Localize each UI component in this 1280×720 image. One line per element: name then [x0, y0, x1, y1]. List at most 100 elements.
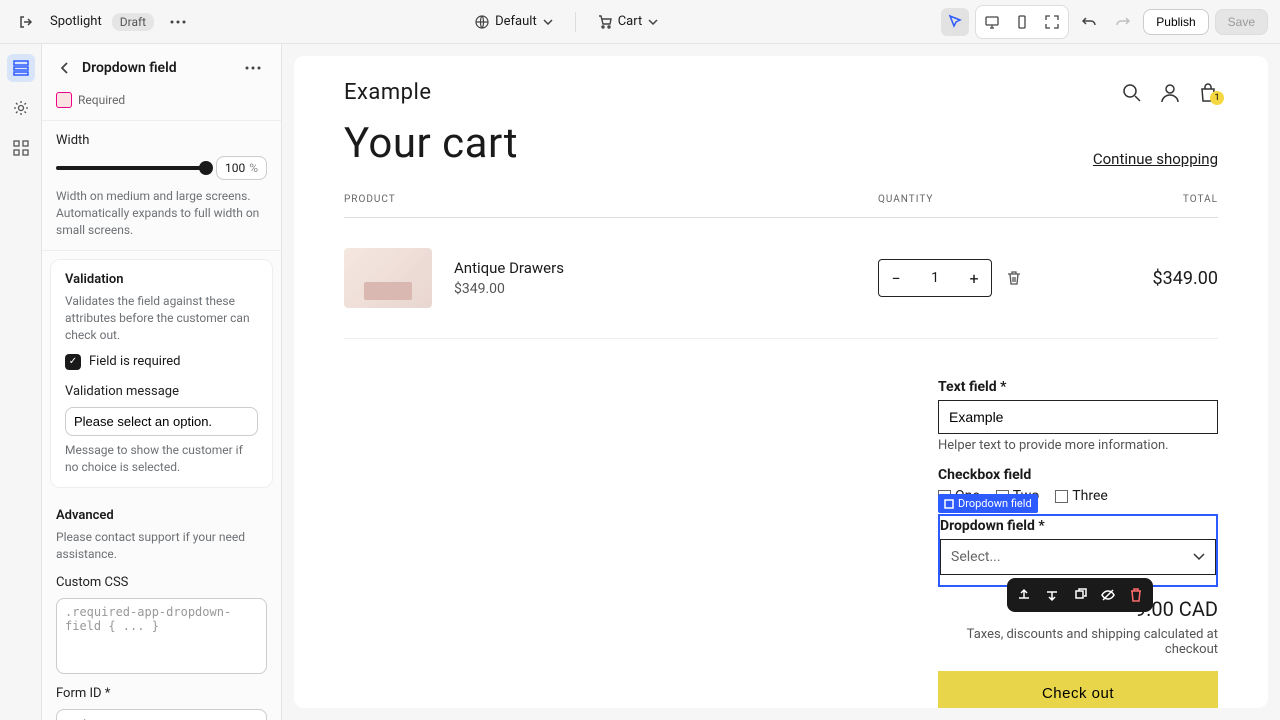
product-price: $349.00	[454, 281, 878, 297]
text-field-help: Helper text to provide more information.	[938, 438, 1218, 453]
rail-sections[interactable]	[7, 54, 35, 82]
qty-value[interactable]: 1	[913, 270, 957, 286]
qty-increase[interactable]: +	[957, 269, 991, 288]
sidebar: Dropdown field Required Width 100 % Widt…	[42, 44, 282, 720]
publish-button[interactable]: Publish	[1143, 9, 1208, 35]
checkbox-field-label: Checkbox field	[938, 467, 1218, 483]
sidebar-title: Dropdown field	[82, 60, 231, 76]
mobile-icon[interactable]	[1008, 8, 1036, 36]
dropdown-select[interactable]: Select...	[940, 539, 1216, 575]
move-down-button[interactable]	[1041, 584, 1063, 606]
form-col: Text field * Helper text to provide more…	[938, 379, 1218, 708]
gear-icon	[13, 100, 29, 116]
delete-button[interactable]	[1125, 584, 1147, 606]
chevron-down-icon	[543, 19, 553, 25]
width-value-box[interactable]: 100 %	[216, 156, 267, 180]
form-id-input[interactable]	[56, 709, 267, 720]
chevron-down-icon	[1193, 553, 1205, 561]
more-icon[interactable]	[239, 54, 267, 82]
back-button[interactable]	[56, 54, 74, 82]
block-icon	[944, 499, 954, 509]
context-label: Default	[495, 14, 537, 29]
advanced-section: Advanced Please contact support if your …	[42, 496, 281, 720]
chevron-left-icon	[61, 62, 69, 74]
checkbox-three[interactable]: Three	[1055, 488, 1108, 504]
product-info: Antique Drawers $349.00	[454, 259, 878, 297]
main: Dropdown field Required Width 100 % Widt…	[0, 44, 1280, 720]
required-checkbox[interactable]: ✓	[65, 354, 81, 370]
cart-badge: 1	[1210, 91, 1224, 105]
validation-help: Validates the field against these attrib…	[65, 293, 258, 343]
advanced-help: Please contact support if your need assi…	[56, 529, 267, 563]
product-image[interactable]	[344, 248, 432, 308]
rail-apps[interactable]	[7, 134, 35, 162]
message-input[interactable]	[65, 407, 258, 436]
search-icon[interactable]	[1122, 83, 1142, 103]
form-id-label: Form ID *	[56, 686, 267, 701]
preview: Example 1 Your cart Continue shopping PR…	[294, 56, 1268, 708]
topbar-center: Default Cart	[192, 10, 941, 33]
move-up-button[interactable]	[1013, 584, 1035, 606]
topbar-right: Publish Save	[941, 5, 1268, 39]
checkbox-icon	[1055, 490, 1068, 503]
save-button: Save	[1215, 9, 1268, 35]
inspector-button[interactable]	[941, 8, 969, 36]
checkbox-three-label: Three	[1072, 488, 1108, 504]
floating-toolbar	[1007, 578, 1153, 612]
advanced-title: Advanced	[56, 508, 267, 523]
col-qty: QUANTITY	[878, 194, 1078, 205]
rail-settings[interactable]	[7, 94, 35, 122]
topbar-left: Spotlight Draft	[12, 8, 192, 36]
cart-row: Antique Drawers $349.00 − 1 + $349.00	[344, 218, 1218, 339]
account-icon[interactable]	[1160, 83, 1180, 103]
sidebar-header: Dropdown field	[42, 44, 281, 92]
table-header: PRODUCT QUANTITY TOTAL	[344, 194, 1218, 218]
draft-badge: Draft	[112, 13, 154, 31]
required-checkbox-row[interactable]: ✓ Field is required	[65, 354, 258, 370]
slider-row: 100 %	[56, 156, 267, 180]
width-unit: %	[249, 161, 258, 175]
text-field-input[interactable]	[938, 400, 1218, 434]
undo-button[interactable]	[1075, 8, 1103, 36]
store-icons: 1	[1122, 83, 1218, 103]
qty-stepper: − 1 +	[878, 259, 992, 297]
chevron-down-icon	[648, 19, 658, 25]
more-icon[interactable]	[164, 8, 192, 36]
redo-button[interactable]	[1109, 8, 1137, 36]
duplicate-button[interactable]	[1069, 584, 1091, 606]
exit-button[interactable]	[12, 8, 40, 36]
page-dropdown[interactable]: Cart	[590, 10, 667, 33]
slider-knob[interactable]	[199, 161, 213, 175]
desktop-icon[interactable]	[978, 8, 1006, 36]
fullscreen-icon[interactable]	[1038, 8, 1066, 36]
product-name[interactable]: Antique Drawers	[454, 259, 878, 277]
col-product: PRODUCT	[344, 194, 878, 205]
width-slider[interactable]	[56, 166, 206, 170]
hide-button[interactable]	[1097, 584, 1119, 606]
globe-icon	[475, 15, 489, 29]
block-tag: Dropdown field	[938, 494, 1038, 513]
cart-icon-button[interactable]: 1	[1198, 83, 1218, 103]
dropdown-block[interactable]: Dropdown field Dropdown field * Select..…	[938, 514, 1218, 587]
app-icon	[56, 92, 72, 108]
required-text: Required	[78, 93, 125, 107]
store-name: Example	[344, 80, 432, 105]
remove-item[interactable]	[1006, 270, 1022, 286]
col-total: TOTAL	[1078, 194, 1218, 205]
qty-decrease[interactable]: −	[879, 269, 913, 288]
message-help: Message to show the customer if no choic…	[65, 442, 258, 476]
qty-cell: − 1 +	[878, 259, 1078, 297]
continue-shopping-link[interactable]: Continue shopping	[1093, 150, 1218, 168]
title-row: Your cart Continue shopping	[344, 119, 1218, 168]
canvas: Example 1 Your cart Continue shopping PR…	[282, 44, 1280, 720]
message-label: Validation message	[65, 384, 258, 399]
device-group	[975, 5, 1069, 39]
css-textarea[interactable]: .required-app-dropdown-field { ... }	[56, 598, 267, 674]
cart-form: Text field * Helper text to provide more…	[344, 379, 1218, 708]
validation-section: Validation Validates the field against t…	[50, 259, 273, 488]
checkout-button[interactable]: Check out	[938, 671, 1218, 708]
width-label: Width	[56, 133, 267, 148]
context-dropdown[interactable]: Default	[467, 10, 561, 33]
css-label: Custom CSS	[56, 575, 267, 590]
width-help: Width on medium and large screens. Autom…	[56, 188, 267, 238]
